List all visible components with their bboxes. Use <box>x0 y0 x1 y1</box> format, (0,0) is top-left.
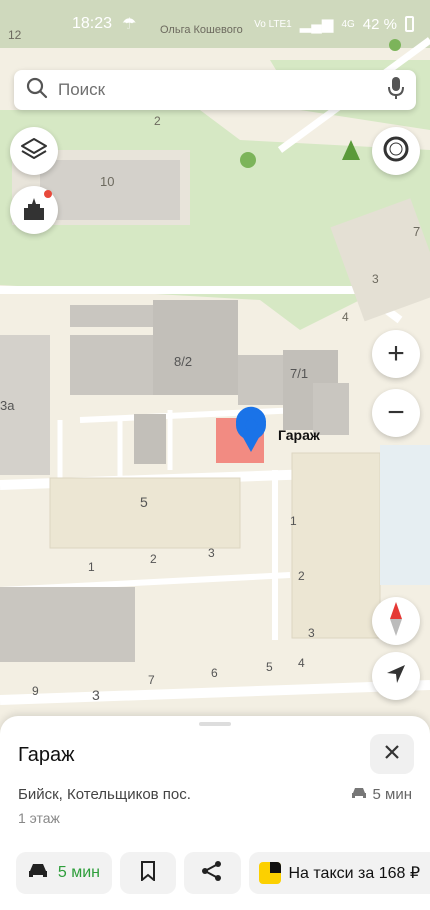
route-eta: 5 мин <box>57 864 100 881</box>
mobile-data-label: 4G <box>341 18 355 30</box>
building-label: 3 <box>372 272 379 286</box>
building-label: 8/2 <box>174 354 193 369</box>
place-card[interactable]: Гараж Бийск, Котельщиков пос. 1 этаж 5 м… <box>0 716 430 910</box>
landmark-icon <box>20 194 48 227</box>
building-label: 10 <box>100 174 115 189</box>
status-time: 18:23 <box>72 15 113 32</box>
building-label: 4 <box>342 310 349 324</box>
eta-info: 5 мин <box>351 786 413 803</box>
compass-icon <box>389 601 403 641</box>
building-label: 6 <box>211 666 218 680</box>
signal-icon: ▂▄▆ <box>299 16 334 33</box>
layers-icon <box>20 136 48 167</box>
places-button[interactable] <box>10 186 58 234</box>
building-label: 3 <box>92 687 100 703</box>
search-input[interactable]: Поиск <box>58 80 388 100</box>
share-button[interactable] <box>184 852 241 894</box>
building-label: 7 <box>413 224 421 239</box>
building-label: 7/1 <box>290 366 309 381</box>
taxi-label: На такси за 168 ₽ <box>288 865 421 882</box>
close-icon <box>384 744 400 765</box>
building-label: 2 <box>154 114 161 128</box>
building-label: 1 <box>88 560 95 574</box>
zoom-in-button[interactable]: + <box>372 330 420 378</box>
car-icon <box>351 786 367 803</box>
minus-icon: − <box>387 396 405 429</box>
alice-button[interactable] <box>372 127 420 175</box>
eta-text: 5 мин <box>372 786 413 803</box>
compass-button[interactable] <box>372 597 420 645</box>
building-label: 3 <box>208 546 215 560</box>
building-label: 3а <box>0 398 15 413</box>
building-label: 9 <box>32 684 39 698</box>
status-bar: 18:23 ☂ Vo LTE1 ▂▄▆ 4G 42 % <box>0 0 430 48</box>
umbrella-icon: ☂ <box>122 16 137 33</box>
share-icon <box>201 860 223 886</box>
plus-icon: + <box>387 337 405 370</box>
building-label: 4 <box>298 656 305 670</box>
bookmark-icon <box>140 860 156 886</box>
building-label: 3 <box>308 626 315 640</box>
location-marker[interactable] <box>232 406 270 454</box>
locate-button[interactable] <box>372 652 420 700</box>
notification-dot <box>44 190 52 198</box>
marker-label: Гараж <box>278 427 320 443</box>
route-button[interactable]: 5 мин <box>16 852 112 894</box>
building-label: 5 <box>266 660 273 674</box>
action-row: 5 мин На такси за 168 ₽ <box>16 852 430 896</box>
taxi-button[interactable]: На такси за 168 ₽ <box>248 852 430 894</box>
bookmark-button[interactable] <box>119 852 177 894</box>
place-floor: 1 этаж <box>18 810 60 826</box>
search-icon <box>26 77 48 104</box>
taxi-logo-icon <box>258 862 281 884</box>
alice-icon <box>383 136 409 167</box>
building-label: 2 <box>150 552 157 566</box>
place-address: Бийск, Котельщиков пос. <box>18 786 191 803</box>
locate-icon <box>384 662 408 691</box>
battery-icon <box>405 16 414 32</box>
place-title: Гараж <box>18 744 75 766</box>
building-label: 1 <box>290 514 297 528</box>
close-button[interactable] <box>370 734 414 774</box>
drag-handle[interactable] <box>199 722 231 726</box>
building-label: 2 <box>298 569 305 583</box>
layers-button[interactable] <box>10 127 58 175</box>
search-bar[interactable]: Поиск <box>14 70 416 110</box>
battery-percent: 42 % <box>362 15 397 33</box>
building-label: 5 <box>140 494 148 510</box>
building-label: 7 <box>148 673 155 687</box>
zoom-out-button[interactable]: − <box>372 389 420 437</box>
network-label: Vo LTE1 <box>254 18 292 30</box>
car-icon <box>28 863 48 883</box>
mic-icon[interactable] <box>388 76 404 105</box>
